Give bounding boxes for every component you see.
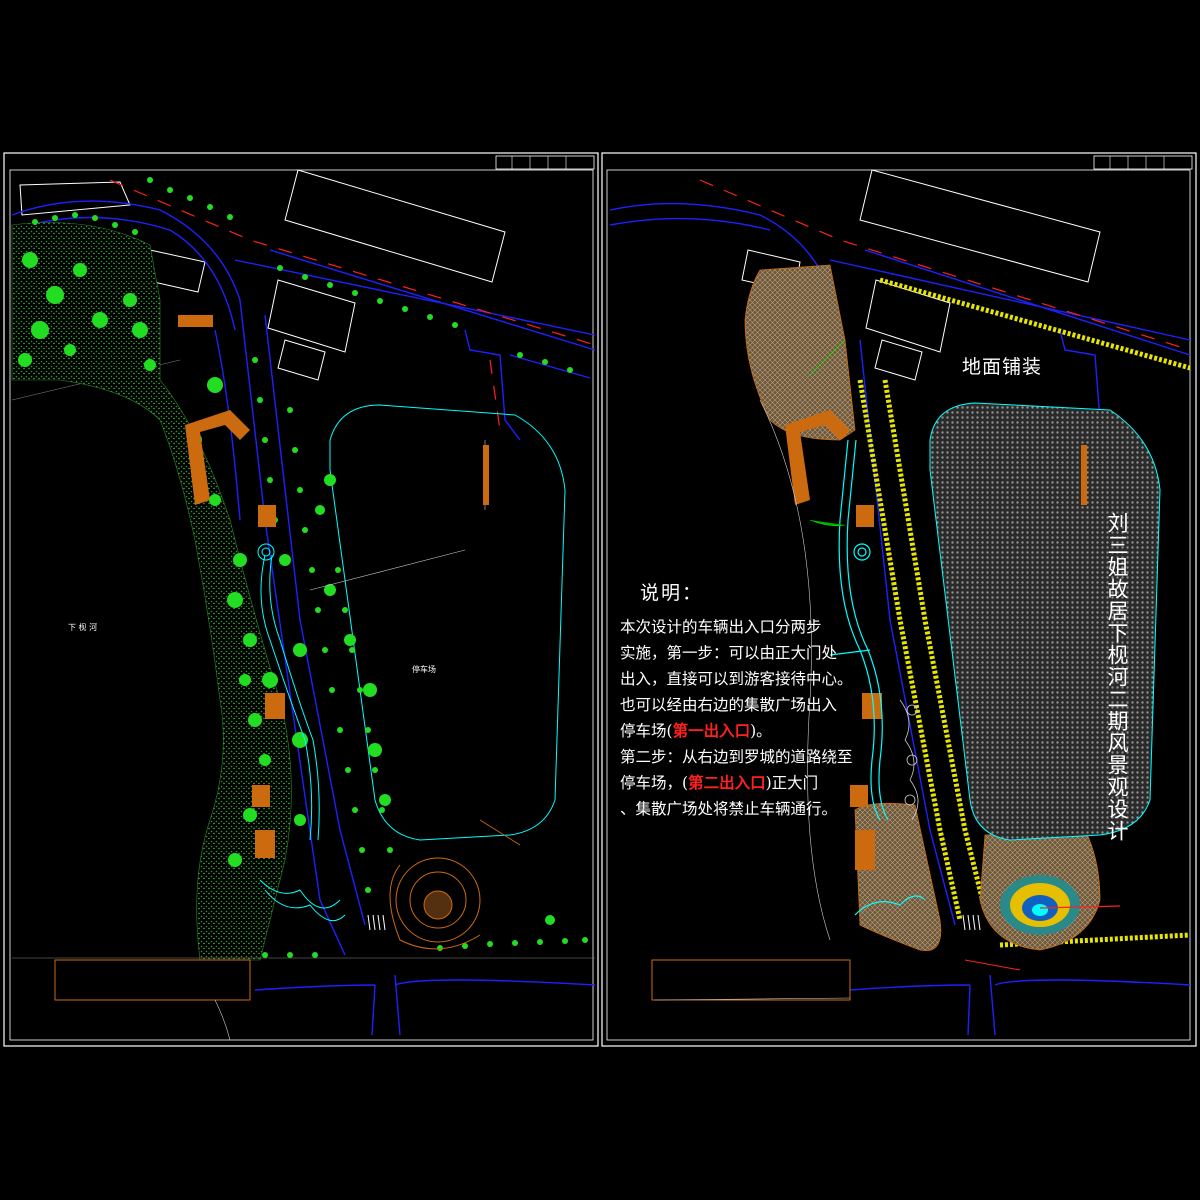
notes-line-7: 停车场，(第二出入口)正大门 bbox=[620, 770, 835, 796]
river-label: 下 枧 河 bbox=[68, 623, 98, 632]
notes-line-5-post: )。 bbox=[750, 722, 772, 740]
right-title-block bbox=[1093, 155, 1193, 170]
second-entrance-label: 第二出入口 bbox=[688, 773, 766, 792]
notes-line-4: 也可以经由右边的集散广场出入 bbox=[620, 696, 838, 714]
notes-line-7-post: )正大门 bbox=[765, 774, 819, 792]
notes-line-7-pre: 停车场，( bbox=[620, 774, 689, 792]
right-roundabout bbox=[1000, 875, 1080, 935]
right-entrance-paving bbox=[744, 264, 856, 441]
left-plan bbox=[11, 169, 596, 1041]
notes-line-1: 本次设计的车辆出入口分两步 bbox=[620, 618, 822, 636]
notes-line-8: 、集散广场处将禁止车辆通行。 bbox=[620, 800, 838, 818]
notes-title: 说明： bbox=[640, 582, 704, 604]
notes-line-3: 出入，直接可以到游客接待中心。 bbox=[620, 670, 853, 688]
right-plaza-paving bbox=[854, 802, 942, 952]
first-entrance-label: 第一出入口 bbox=[672, 721, 751, 740]
project-title: 刘三姐故居下枧河二期风景观设计 bbox=[1105, 512, 1129, 842]
parking-lot-label: 停车场 bbox=[412, 665, 436, 674]
left-green-zone bbox=[11, 222, 292, 961]
notes-line-6: 第二步：从右边到罗城的道路绕至 bbox=[620, 748, 853, 766]
notes-line-2: 实施，第一步：可以由正大门处 bbox=[620, 644, 838, 662]
notes-line-5: 停车场(第一出入口)。 bbox=[620, 718, 835, 744]
left-parking-outline bbox=[329, 404, 566, 841]
notes-line-5-pre: 停车场( bbox=[620, 722, 673, 740]
ground-paving-label: 地面铺装 bbox=[962, 356, 1043, 378]
left-title-block bbox=[495, 155, 595, 170]
design-notes: 说明： 本次设计的车辆出入口分两步 实施，第一步：可以由正大门处 出入，直接可以… bbox=[620, 580, 853, 822]
cad-plan-drawing bbox=[3, 152, 1197, 1047]
